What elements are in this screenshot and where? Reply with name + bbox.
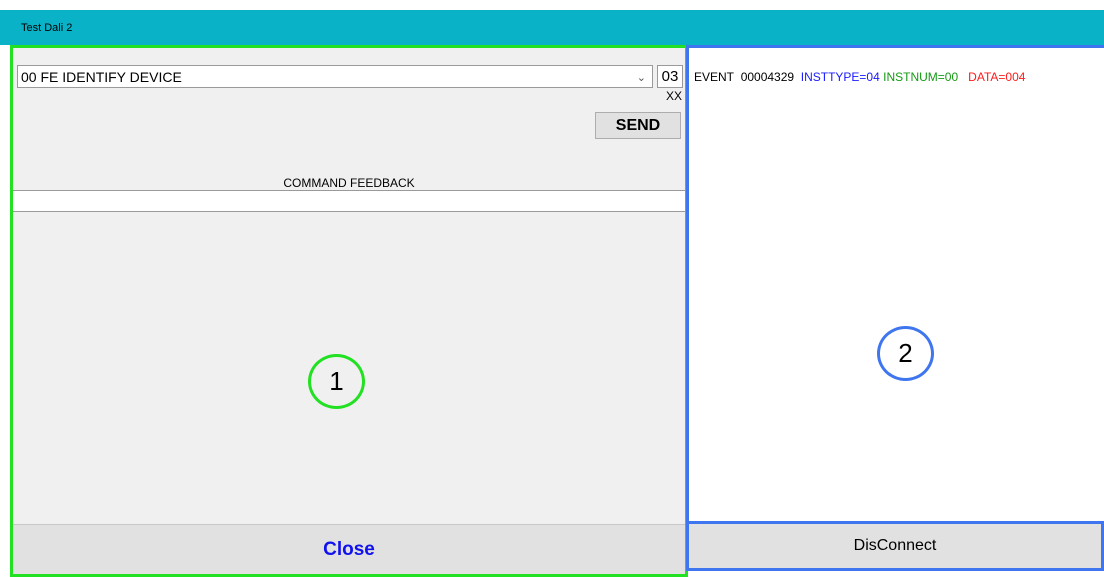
xx-label: XX <box>665 89 682 103</box>
command-select[interactable]: 00 FE IDENTIFY DEVICE ⌄ <box>17 65 653 88</box>
address-field[interactable]: 03 <box>657 65 683 88</box>
event-data: DATA=004 <box>968 70 1026 84</box>
close-button[interactable]: Close <box>13 524 685 574</box>
event-word: EVENT <box>694 70 735 84</box>
event-log-entry: EVENT 00004329 INSTTYPE=04 INSTNUM=00 DA… <box>694 70 1025 84</box>
event-insttype: INSTTYPE=04 <box>800 70 880 84</box>
event-log-panel: EVENT 00004329 INSTTYPE=04 INSTNUM=00 DA… <box>686 45 1104 521</box>
chevron-down-icon[interactable]: ⌄ <box>637 71 646 84</box>
command-feedback-label: COMMAND FEEDBACK <box>283 176 415 190</box>
command-panel: 00 FE IDENTIFY DEVICE ⌄ 03 XX SEND COMMA… <box>10 45 688 577</box>
command-select-value: 00 FE IDENTIFY DEVICE <box>21 69 182 85</box>
send-button[interactable]: SEND <box>595 112 681 139</box>
callout-2: 2 <box>877 326 934 381</box>
window-title: Test Dali 2 <box>21 22 73 34</box>
command-feedback-field[interactable] <box>13 190 685 212</box>
window-titlebar: Test Dali 2 <box>0 10 1104 45</box>
event-instnum: INSTNUM=00 <box>883 70 959 84</box>
event-id: 00004329 <box>740 70 795 84</box>
callout-1: 1 <box>308 354 365 409</box>
disconnect-button[interactable]: DisConnect <box>686 521 1104 571</box>
